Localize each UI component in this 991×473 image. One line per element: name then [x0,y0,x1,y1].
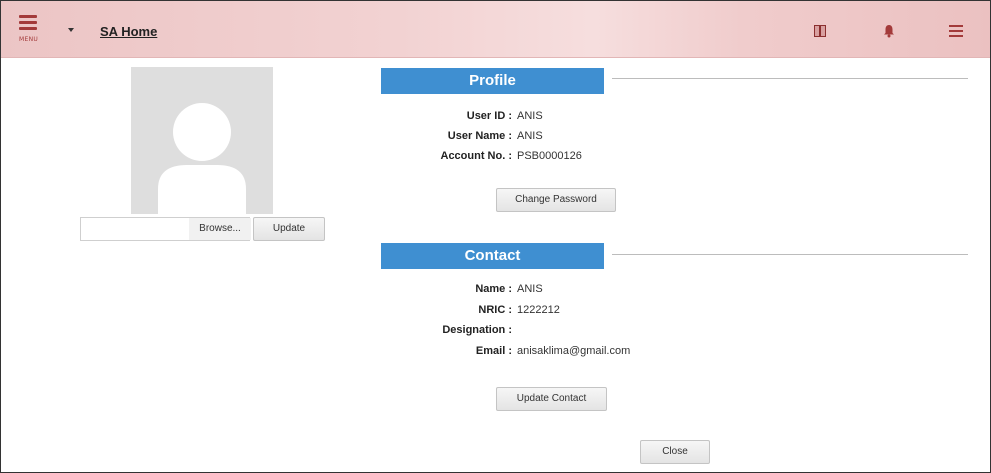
account-no-label: Account No. : [440,150,513,162]
bell-icon[interactable] [883,23,895,42]
contact-section-title: Contact [381,243,604,269]
user-id-value: ANIS [517,110,543,122]
close-button[interactable]: Close [640,440,710,464]
book-icon[interactable] [814,25,826,37]
profile-divider [612,78,968,79]
user-silhouette-icon [158,103,246,214]
user-name-value: ANIS [517,130,543,142]
update-contact-button[interactable]: Update Contact [496,387,607,411]
app-window: MENU SA Home Browse... Update Profile Us… [0,0,991,473]
menu-button[interactable]: MENU [19,15,47,45]
home-link[interactable]: SA Home [100,24,157,39]
designation-label: Designation : [442,324,512,336]
name-value: ANIS [517,283,543,295]
menu-icon [19,15,37,18]
photo-file-input[interactable]: Browse... [80,217,251,241]
menu-icon-bar [19,27,37,30]
user-id-label: User ID : [466,110,512,122]
file-path-field[interactable] [81,218,190,240]
browse-button[interactable]: Browse... [189,218,251,240]
email-label: Email : [475,345,512,357]
nric-value: 1222212 [517,304,560,316]
contact-divider [612,254,968,255]
email-value: anisaklima@gmail.com [517,345,631,357]
hamburger-icon[interactable] [949,25,963,40]
menu-label: MENU [19,36,39,43]
top-navbar: MENU SA Home [1,1,990,58]
profile-section-title: Profile [381,68,604,94]
caret-down-icon[interactable] [68,28,74,32]
nric-label: NRIC : [478,304,512,316]
change-password-button[interactable]: Change Password [496,188,616,212]
account-no-value: PSB0000126 [517,150,582,162]
name-label: Name : [475,283,512,295]
user-name-label: User Name : [447,130,512,142]
avatar [131,67,273,214]
menu-icon-bar [19,21,37,24]
update-photo-button[interactable]: Update [253,217,325,241]
